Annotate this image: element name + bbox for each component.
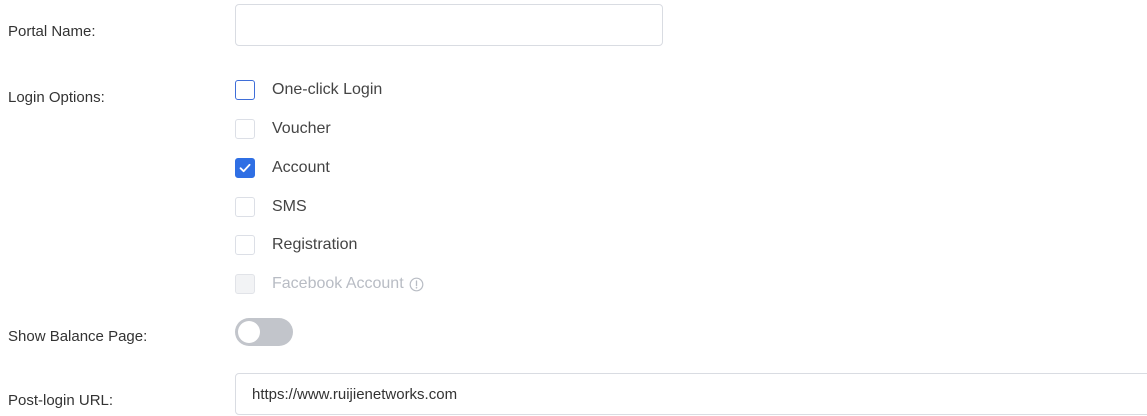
checkbox-label: Account bbox=[272, 159, 330, 176]
login-option-voucher[interactable]: Voucher bbox=[235, 118, 331, 140]
post-login-url-input[interactable] bbox=[235, 373, 1147, 415]
checkbox-box[interactable] bbox=[235, 158, 255, 178]
checkmark-icon bbox=[239, 163, 251, 173]
login-option-registration[interactable]: Registration bbox=[235, 234, 357, 256]
checkbox-box bbox=[235, 274, 255, 294]
show-balance-page-toggle[interactable] bbox=[235, 318, 293, 346]
post-login-url-label: Post-login URL: bbox=[8, 392, 114, 409]
checkbox-label: One-click Login bbox=[272, 81, 383, 98]
info-icon[interactable] bbox=[409, 277, 424, 292]
login-option-one-click-login[interactable]: One-click Login bbox=[235, 79, 382, 101]
portal-name-input[interactable] bbox=[235, 4, 663, 46]
login-options-label: Login Options: bbox=[8, 89, 105, 106]
checkbox-box[interactable] bbox=[235, 197, 255, 217]
portal-name-label: Portal Name: bbox=[8, 23, 96, 40]
checkbox-box[interactable] bbox=[235, 80, 255, 100]
login-option-sms[interactable]: SMS bbox=[235, 196, 307, 218]
facebook-account-text: Facebook Account bbox=[272, 275, 404, 292]
checkbox-label: Registration bbox=[272, 236, 358, 253]
toggle-knob bbox=[238, 321, 260, 343]
checkbox-box[interactable] bbox=[235, 235, 255, 255]
checkbox-label: SMS bbox=[272, 198, 307, 215]
login-option-account[interactable]: Account bbox=[235, 157, 330, 179]
checkbox-label: Voucher bbox=[272, 120, 331, 137]
checkbox-box[interactable] bbox=[235, 119, 255, 139]
checkbox-label: Facebook Account bbox=[272, 275, 424, 293]
show-balance-page-label: Show Balance Page: bbox=[8, 328, 148, 345]
login-option-facebook-account: Facebook Account bbox=[235, 273, 424, 295]
